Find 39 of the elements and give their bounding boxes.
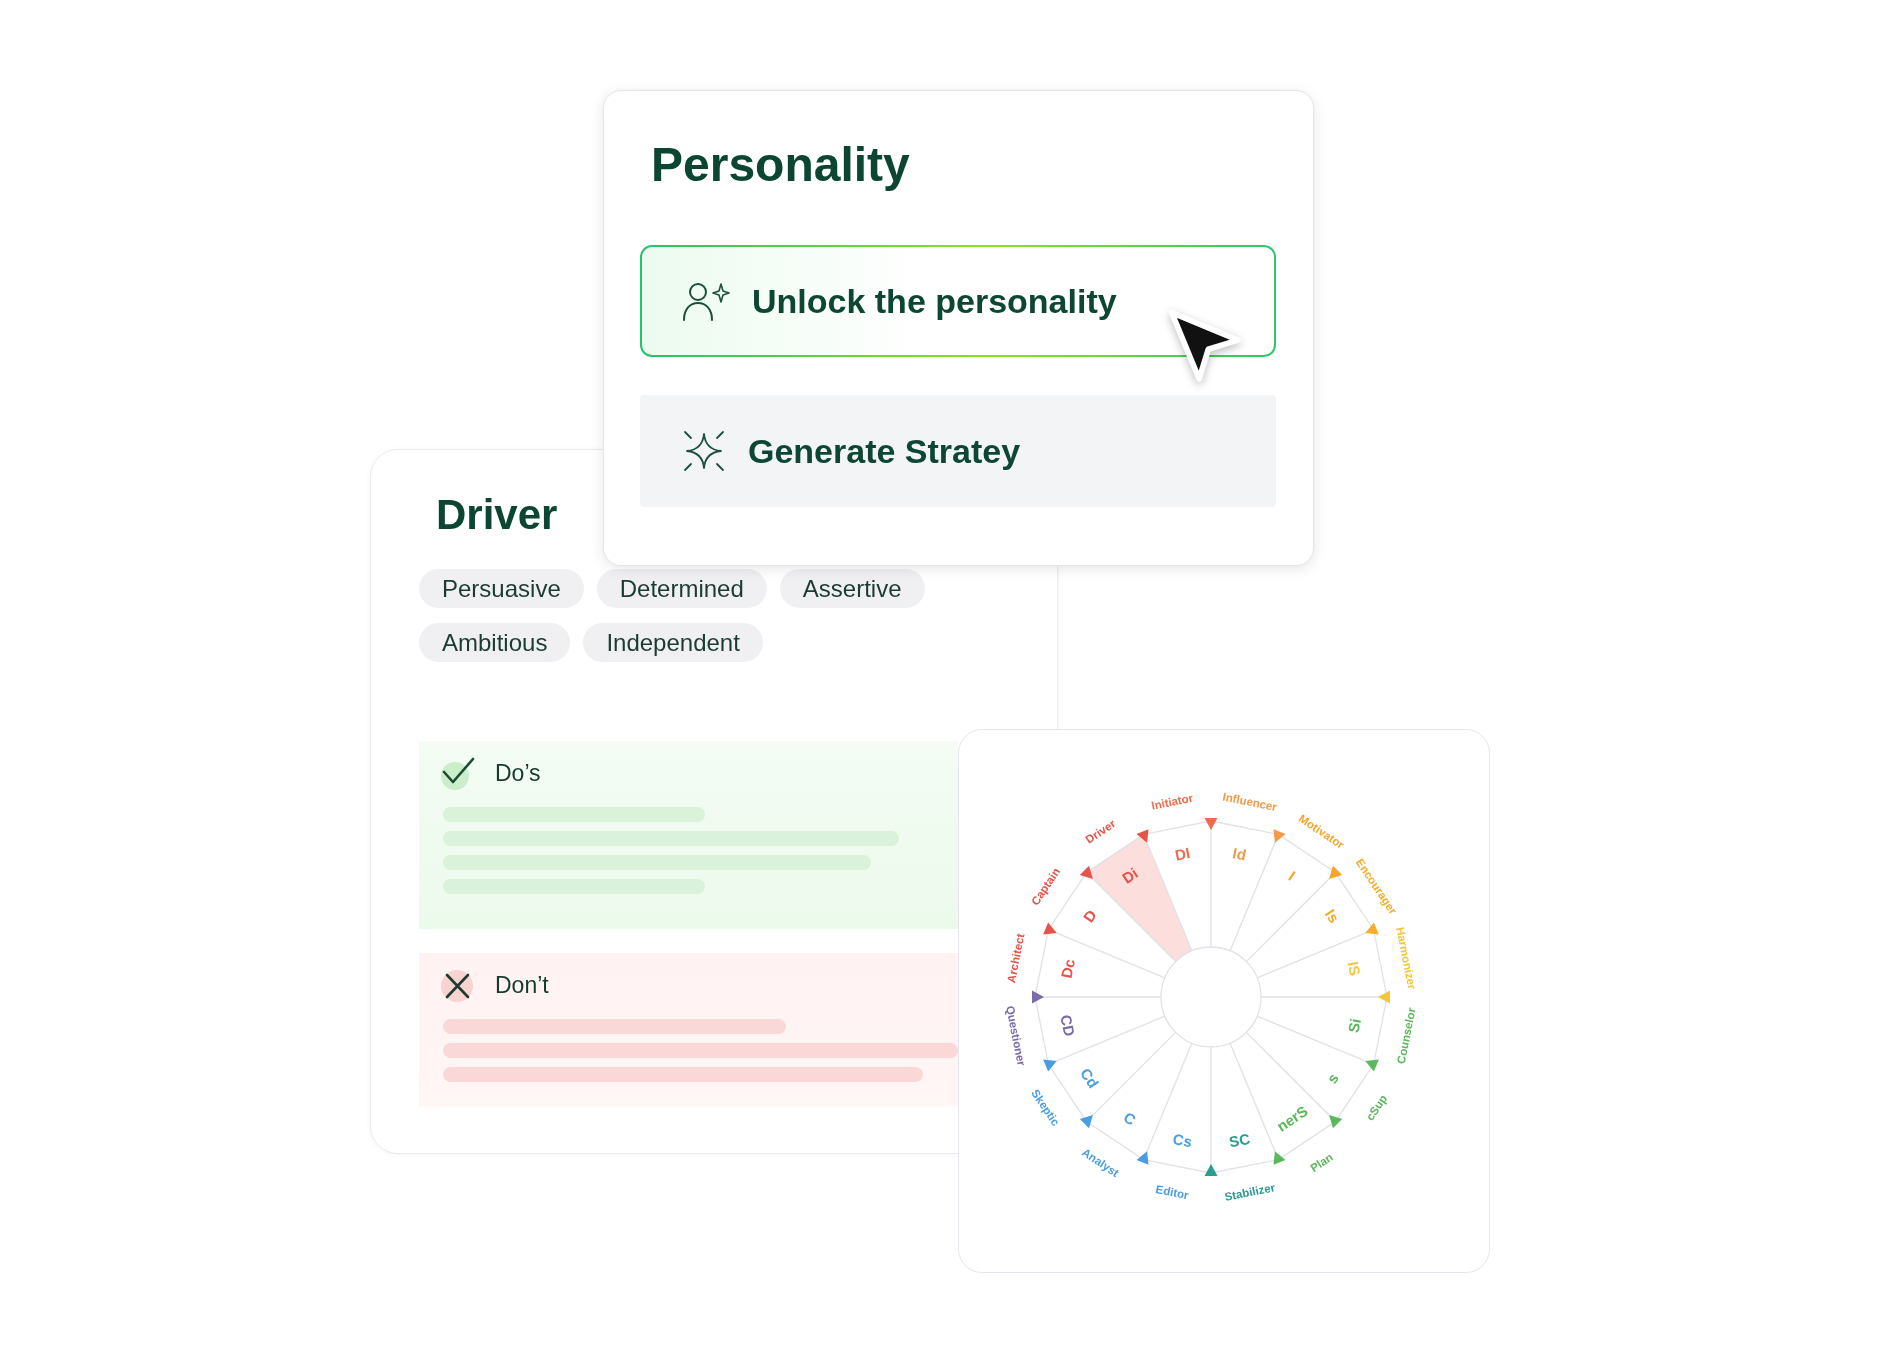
- segment-code: Is: [1321, 905, 1343, 926]
- trait-tag: Persuasive: [419, 569, 584, 608]
- profile-title: Driver: [436, 494, 558, 536]
- segment-code: Si: [1344, 1016, 1364, 1035]
- section-label: Don’t: [495, 970, 549, 1000]
- cross-icon: [440, 967, 476, 1003]
- segment-name: Harmonizer: [1394, 926, 1419, 991]
- segment-code: IS: [1344, 959, 1364, 978]
- segment-code: Di: [1118, 864, 1141, 887]
- segment-name: Editor: [1154, 1183, 1190, 1202]
- segment-code: Cd: [1077, 1065, 1103, 1092]
- segment-name: Plan: [1308, 1150, 1335, 1175]
- action-button[interactable]: Unlock the personality: [640, 245, 1276, 357]
- segment-code: DI: [1173, 844, 1192, 864]
- segment-name: Stabilizer: [1223, 1181, 1277, 1204]
- trait-tag: Independent: [583, 623, 763, 662]
- segment-name: Questioner: [1004, 1004, 1028, 1067]
- segment-name: Initiator: [1150, 791, 1195, 812]
- action-button[interactable]: Generate Stratey: [640, 395, 1276, 507]
- card-title: Personality: [651, 141, 910, 189]
- segment-code: C: [1120, 1108, 1140, 1129]
- segment-name: Architect: [1005, 932, 1027, 984]
- segment-name: Influencer: [1221, 790, 1278, 814]
- person-sparkle-icon: [682, 281, 730, 321]
- segment-code: D: [1079, 906, 1100, 926]
- segment-name: Counselor: [1394, 1006, 1418, 1065]
- segment-code: I: [1285, 867, 1299, 884]
- trait-tag: Determined: [596, 569, 767, 608]
- segment-code: Cs: [1171, 1130, 1194, 1151]
- sparkle-icon: [682, 429, 726, 473]
- segment-code: Id: [1231, 844, 1248, 864]
- check-icon: [440, 755, 476, 791]
- segment-code: SC: [1227, 1129, 1252, 1151]
- trait-tag: Ambitious: [419, 623, 571, 662]
- trait-tag: Assertive: [779, 569, 925, 608]
- segment-code: s: [1323, 1069, 1342, 1087]
- section-label: Do’s: [495, 758, 541, 788]
- segment-code: Dc: [1057, 957, 1078, 980]
- segment-code: CD: [1057, 1013, 1079, 1038]
